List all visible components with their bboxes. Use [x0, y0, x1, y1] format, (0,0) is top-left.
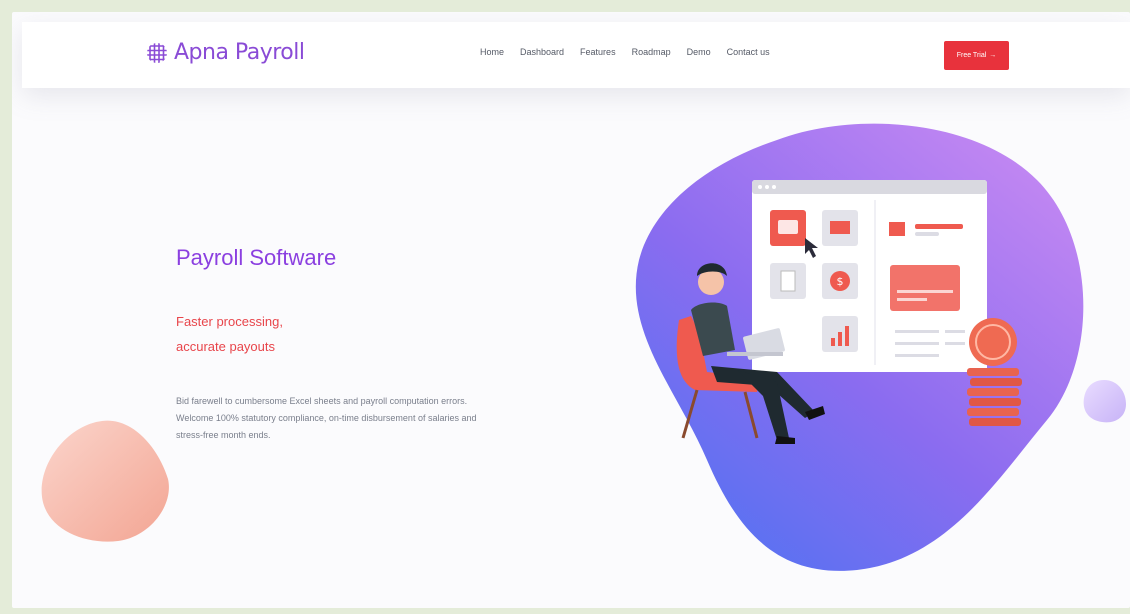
nav-home[interactable]: Home — [480, 47, 504, 57]
top-navbar: Apna Payroll Home Dashboard Features Roa… — [22, 22, 1130, 88]
tagline-line-1: Faster processing, — [176, 314, 283, 329]
payroll-illustration: $ — [635, 123, 1084, 571]
page-frame: Apna Payroll Home Dashboard Features Roa… — [12, 12, 1130, 608]
nav-features[interactable]: Features — [580, 47, 616, 57]
nav-contact-us[interactable]: Contact us — [727, 47, 770, 57]
decorative-peach-blob — [41, 420, 169, 542]
description-line-3: stress-free month ends. — [176, 430, 271, 440]
currency-symbol: $ — [837, 275, 844, 288]
hero-title: Payroll Software — [176, 245, 337, 270]
hero-tagline: Faster processing, accurate payouts — [176, 309, 283, 359]
brand-logo[interactable]: Apna Payroll — [146, 40, 305, 65]
nav-demo[interactable]: Demo — [687, 47, 711, 57]
decorative-lilac-blob — [1083, 380, 1126, 423]
main-menu: Home Dashboard Features Roadmap Demo Con… — [480, 47, 770, 57]
brand-grid-icon — [147, 42, 167, 63]
description-line-2: Welcome 100% statutory compliance, on-ti… — [176, 413, 477, 423]
arrow-right-icon: → — [989, 52, 997, 59]
tagline-line-2: accurate payouts — [176, 339, 276, 354]
brand-name: Apna Payroll — [174, 40, 305, 65]
hero-description: Bid farewell to cumbersome Excel sheets … — [176, 393, 566, 444]
description-line-1: Bid farewell to cumbersome Excel sheets … — [176, 396, 468, 406]
coin-stack-icon — [967, 318, 1022, 426]
free-trial-button[interactable]: Free Trial → — [944, 41, 1009, 70]
dashboard-window-icon: $ — [752, 180, 987, 372]
free-trial-label: Free Trial — [956, 52, 987, 59]
nav-dashboard[interactable]: Dashboard — [520, 47, 564, 57]
nav-roadmap[interactable]: Roadmap — [632, 47, 671, 57]
